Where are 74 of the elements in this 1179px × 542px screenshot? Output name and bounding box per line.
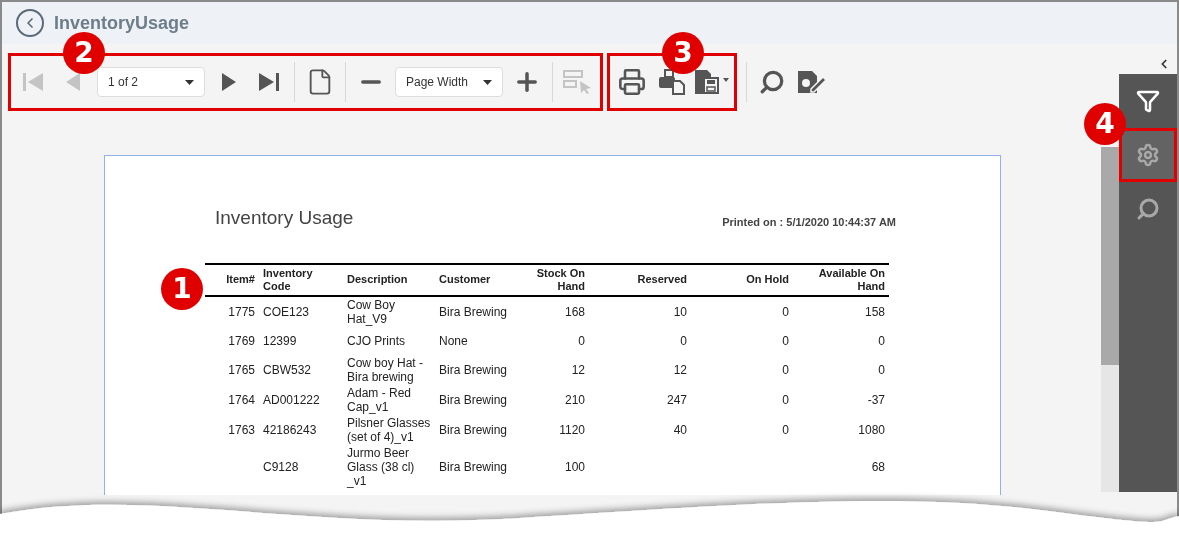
table-cell-text: 0 (679, 332, 688, 350)
table-cell-text: 247 (665, 391, 688, 409)
table-cell-text: AD001222 (262, 391, 321, 409)
last-page-icon[interactable] (258, 72, 280, 92)
table-cell-text: Cow boy Hat - Bira brewing (346, 354, 425, 385)
table-cell-text: -37 (866, 391, 886, 409)
column-header: Reserved (589, 263, 691, 296)
table-cell: 10 (589, 295, 691, 327)
print-icon[interactable] (618, 68, 646, 96)
table-cell: Cow Boy Hat_V9 (343, 295, 435, 327)
table-cell-text: 1765 (227, 361, 256, 379)
table-cell-text: 1764 (227, 391, 256, 409)
column-header: Item# (205, 263, 259, 296)
table-cell: COE123 (259, 295, 343, 327)
printed-on-text: Printed on : 5/1/2020 10:44:37 AM (722, 215, 896, 230)
funnel-icon[interactable] (1136, 89, 1160, 113)
table-cell: CJO Prints (343, 326, 435, 355)
table-cell-text: 0 (781, 421, 790, 439)
column-header: Available On Hand (793, 263, 889, 296)
table-cell-text: 12 (570, 361, 586, 379)
callout-badge: 4 (1084, 103, 1126, 145)
print-layout-icon[interactable] (658, 69, 686, 95)
table-cell-text: Jurmo Beer Glass (38 cl) _v1 (346, 444, 416, 489)
table-cell-text: CBW532 (262, 361, 313, 379)
table-cell-text: 1769 (227, 332, 256, 350)
table-cell-text: 210 (563, 391, 586, 409)
table-cell-text: 40 (672, 421, 688, 439)
settings-icon[interactable] (1136, 143, 1160, 167)
table-cell-text: Bira Brewing (438, 361, 509, 379)
table-cell-text: Bira Brewing (438, 421, 509, 439)
column-header: Customer (435, 263, 525, 296)
table-cell-text: None (438, 332, 469, 350)
table-cell-text: 0 (877, 361, 886, 379)
save-as-icon[interactable] (694, 68, 730, 96)
table-cell-text: 1120 (558, 421, 586, 439)
window-title: InventoryUsage (54, 11, 190, 35)
caret-icon (185, 79, 194, 85)
caret-icon (483, 79, 492, 85)
dropdown-select[interactable]: 1 of 2 (97, 67, 205, 97)
table-cell-text: 0 (781, 332, 790, 350)
table-cell-text: Adam - Red Cap_v1 (346, 384, 413, 415)
table-cell-text: 0 (877, 332, 886, 350)
search-icon[interactable] (759, 69, 785, 95)
column-header: On Hold (691, 263, 793, 296)
report-title: Inventory Usage (215, 206, 354, 230)
table-cell-text: Pilsner Glasses (set of 4)_v1 (346, 414, 432, 445)
table-cell-text: 1080 (857, 421, 886, 439)
dropdown-select[interactable]: Page Width (395, 67, 503, 97)
column-header: Stock On Hand (525, 263, 589, 296)
callout-badge: 1 (161, 268, 203, 310)
table-cell: 168 (525, 295, 589, 327)
table-cell-text: Bira Brewing (438, 458, 509, 476)
table-cell: 1775 (205, 295, 259, 327)
search-icon[interactable] (1136, 197, 1160, 221)
table-cell-text: 12399 (262, 332, 298, 350)
back-button[interactable] (16, 9, 44, 37)
table-cell-text: 42186243 (262, 421, 318, 439)
table-cell-text: 68 (870, 458, 886, 476)
column-header: Description (343, 263, 435, 296)
table-cell-text: 0 (781, 391, 790, 409)
next-page-icon[interactable] (221, 72, 237, 92)
table-cell-text: 100 (563, 458, 586, 476)
table-cell-text: 0 (577, 332, 586, 350)
document-edit-icon[interactable] (797, 69, 827, 95)
table-cell-text: C9128 (262, 458, 300, 476)
table-cell: 158 (793, 295, 889, 327)
table-cell: 0 (691, 295, 793, 327)
column-header: Inventory Code (259, 263, 343, 296)
table-cell-text: 0 (781, 361, 790, 379)
scrollbar-thumb[interactable] (1101, 147, 1119, 365)
table-cell-text: 12 (672, 361, 688, 379)
table-cell: Bira Brewing (435, 295, 525, 327)
table-cell-text: 1763 (227, 421, 256, 439)
table-cell-text: Bira Brewing (438, 391, 509, 409)
